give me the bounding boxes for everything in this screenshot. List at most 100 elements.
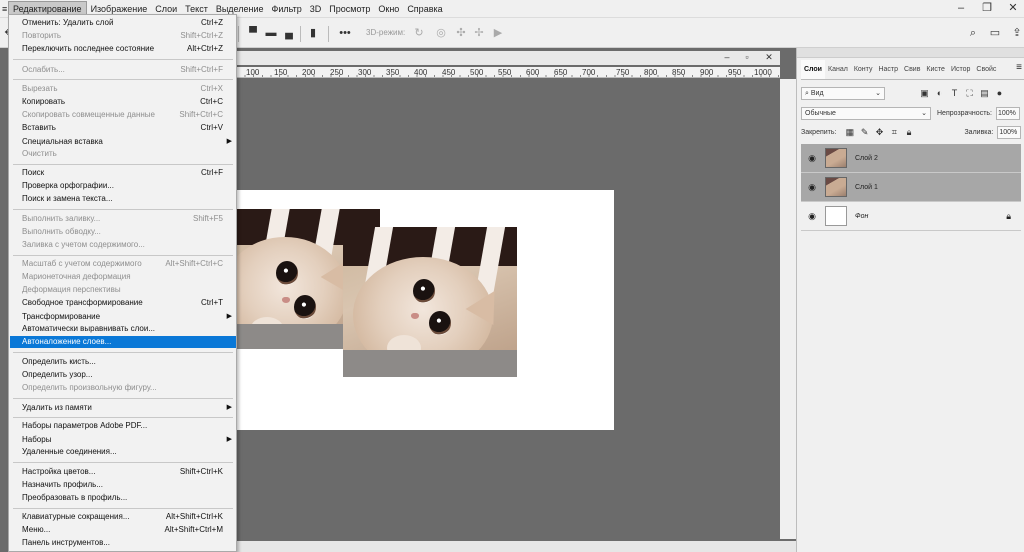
filter-shape-icon[interactable]: ⛶ — [964, 88, 975, 99]
lock-artboard-icon[interactable]: ⌗ — [889, 127, 900, 138]
vertical-scrollbar[interactable] — [780, 79, 796, 539]
menu-view[interactable]: Просмотр — [325, 2, 374, 16]
photoshop-window: ≡ Редактирование Изображение Слои Текст … — [0, 0, 1024, 552]
menu-item-spellcheck[interactable]: Проверка орфографии... — [10, 180, 236, 192]
menu-separator — [13, 352, 233, 353]
menu-item-adobe-pdf-presets[interactable]: Наборы параметров Adobe PDF... — [10, 420, 236, 432]
tab-properties[interactable]: Свойс — [973, 60, 999, 79]
filter-pixel-icon[interactable]: ▣ — [919, 88, 930, 99]
canvas-area[interactable] — [236, 79, 780, 539]
share-icon[interactable]: ⇪ — [1010, 26, 1024, 40]
menu-item-menus[interactable]: Меню... Alt+Shift+Ctrl+M — [10, 524, 236, 536]
horizontal-scrollbar[interactable] — [236, 541, 796, 552]
minimize-icon[interactable]: – — [954, 1, 968, 15]
distribute-icon[interactable]: ▮ — [306, 26, 320, 40]
menu-help[interactable]: Справка — [403, 2, 446, 16]
doc-close-icon[interactable]: ✕ — [762, 52, 776, 63]
ruler-tick: 150 — [274, 68, 288, 77]
lock-position-icon[interactable]: ✥ — [874, 127, 885, 138]
menu-item-transform[interactable]: Трансформирование ▶ — [10, 311, 236, 323]
menu-item-toggle-last-state[interactable]: Переключить последнее состояние Alt+Ctrl+… — [10, 43, 236, 55]
layer-name[interactable]: Слой 2 — [855, 155, 878, 162]
layer-row-background[interactable]: ◉ Фон 🔒︎ — [801, 202, 1021, 231]
menu-item-toolbar[interactable]: Панель инструментов... — [10, 537, 236, 549]
filter-smart-object-icon[interactable]: ▤ — [979, 88, 990, 99]
menu-item-color-settings[interactable]: Настройка цветов... Shift+Ctrl+K — [10, 466, 236, 478]
align-top-icon[interactable]: ▀ — [246, 26, 260, 40]
3d-slide-icon[interactable]: ✢ — [472, 26, 486, 40]
3d-orbit-icon[interactable]: ↻ — [412, 26, 426, 40]
layer-name[interactable]: Слой 1 — [855, 184, 878, 191]
restore-icon[interactable]: ❐ — [980, 1, 994, 15]
ruler-tick: 200 — [302, 68, 316, 77]
submenu-arrow-icon: ▶ — [226, 138, 232, 145]
tab-layers[interactable]: Слои — [801, 60, 825, 79]
doc-restore-icon[interactable]: ▫ — [740, 52, 754, 63]
menu-item-auto-align-layers[interactable]: Автоматически выравнивать слои... — [10, 323, 236, 335]
menu-item-label: Настройка цветов... — [22, 467, 96, 476]
menu-item-search[interactable]: Поиск Ctrl+F — [10, 167, 236, 179]
filter-adjustment-icon[interactable]: ◐ — [934, 88, 945, 99]
menu-item-find-replace[interactable]: Поиск и замена текста... — [10, 193, 236, 205]
tab-channels[interactable]: Канал — [825, 60, 851, 79]
menu-item-purge[interactable]: Удалить из памяти ▶ — [10, 402, 236, 414]
menu-item-presets[interactable]: Наборы ▶ — [10, 434, 236, 446]
tab-styles[interactable]: Свив — [901, 60, 923, 79]
filter-type-icon[interactable]: T — [949, 88, 960, 99]
menu-item-shortcut: Shift+Ctrl+F — [180, 65, 223, 74]
visibility-eye-icon[interactable]: ◉ — [805, 182, 819, 193]
lock-image-icon[interactable]: ✎ — [859, 127, 870, 138]
doc-minimize-icon[interactable]: – — [720, 52, 734, 63]
menu-item-assign-profile[interactable]: Назначить профиль... — [10, 479, 236, 491]
menu-item-define-custom-shape: Определить произвольную фигуру... — [10, 382, 236, 394]
menu-item-copy[interactable]: Копировать Ctrl+C — [10, 96, 236, 108]
menu-item-convert-to-profile[interactable]: Преобразовать в профиль... — [10, 492, 236, 504]
menu-item-paste[interactable]: Вставить Ctrl+V — [10, 122, 236, 134]
fill-input[interactable]: 100% — [997, 125, 1021, 139]
menu-3d[interactable]: 3D — [306, 2, 326, 16]
visibility-eye-icon[interactable]: ◉ — [805, 211, 819, 222]
menu-item-label: Отменить: Удалить слой — [22, 18, 114, 27]
close-icon[interactable]: ✕ — [1006, 1, 1020, 15]
tab-brushes[interactable]: Кисте — [923, 60, 948, 79]
tab-adjustments[interactable]: Настр — [875, 60, 901, 79]
blend-mode-select[interactable]: Обычные ⌄ — [801, 106, 931, 120]
menu-filter[interactable]: Фильтр — [268, 2, 306, 16]
visibility-eye-icon[interactable]: ◉ — [805, 153, 819, 164]
3d-camera-icon[interactable]: ▶ — [491, 26, 505, 40]
layer-name[interactable]: Фон — [855, 213, 868, 220]
workspace-icon[interactable]: ▭ — [988, 26, 1002, 40]
layer-row-2[interactable]: ◉ Слой 2 — [801, 144, 1021, 173]
ruler-tick: 400 — [414, 68, 428, 77]
search-icon[interactable]: ⌕ — [966, 26, 980, 40]
menu-item-undo[interactable]: Отменить: Удалить слой Ctrl+Z — [10, 17, 236, 29]
layer-row-1[interactable]: ◉ Слой 1 — [801, 173, 1021, 202]
menu-item-define-pattern[interactable]: Определить узор... — [10, 369, 236, 381]
filter-toggle-icon[interactable]: ● — [994, 88, 1005, 99]
menu-item-remote-connections[interactable]: Удаленные соединения... — [10, 446, 236, 458]
more-options-icon[interactable]: ••• — [338, 26, 352, 40]
lock-all-icon[interactable]: 🔒︎ — [904, 127, 915, 138]
menu-item-label: Выполнить обводку... — [22, 227, 101, 236]
menu-item-define-brush[interactable]: Определить кисть... — [10, 356, 236, 368]
cat-photo-layer-2[interactable] — [343, 227, 517, 377]
menu-item-free-transform[interactable]: Свободное трансформирование Ctrl+T — [10, 297, 236, 309]
3d-drag-icon[interactable]: ✣ — [454, 26, 468, 40]
tab-history[interactable]: Истор — [948, 60, 973, 79]
align-vcenter-icon[interactable]: ▬ — [264, 26, 278, 40]
blend-mode-value: Обычные — [805, 109, 836, 117]
panel-grip[interactable] — [797, 48, 1024, 58]
layer-lock-icon: 🔒︎ — [1006, 211, 1011, 221]
menu-window[interactable]: Окно — [374, 2, 403, 16]
panel-menu-icon[interactable]: ≡ — [1016, 62, 1022, 73]
opacity-input[interactable]: 100% — [996, 106, 1020, 120]
menu-item-paste-special[interactable]: Специальная вставка ▶ — [10, 136, 236, 148]
tab-paths[interactable]: Конту — [851, 60, 876, 79]
align-bottom-icon[interactable]: ▄ — [282, 26, 296, 40]
menu-item-keyboard-shortcuts[interactable]: Клавиатурные сокращения... Alt+Shift+Ctrl… — [10, 511, 236, 523]
3d-roll-icon[interactable]: ◎ — [434, 26, 448, 40]
menu-app-icon[interactable]: ≡ — [0, 2, 8, 16]
menu-item-auto-blend-layers[interactable]: Автоналожение слоев... — [10, 336, 236, 348]
lock-transparent-icon[interactable]: ▦ — [844, 127, 855, 138]
layer-filter-select[interactable]: ⌕ Вид ⌄ — [801, 86, 885, 100]
